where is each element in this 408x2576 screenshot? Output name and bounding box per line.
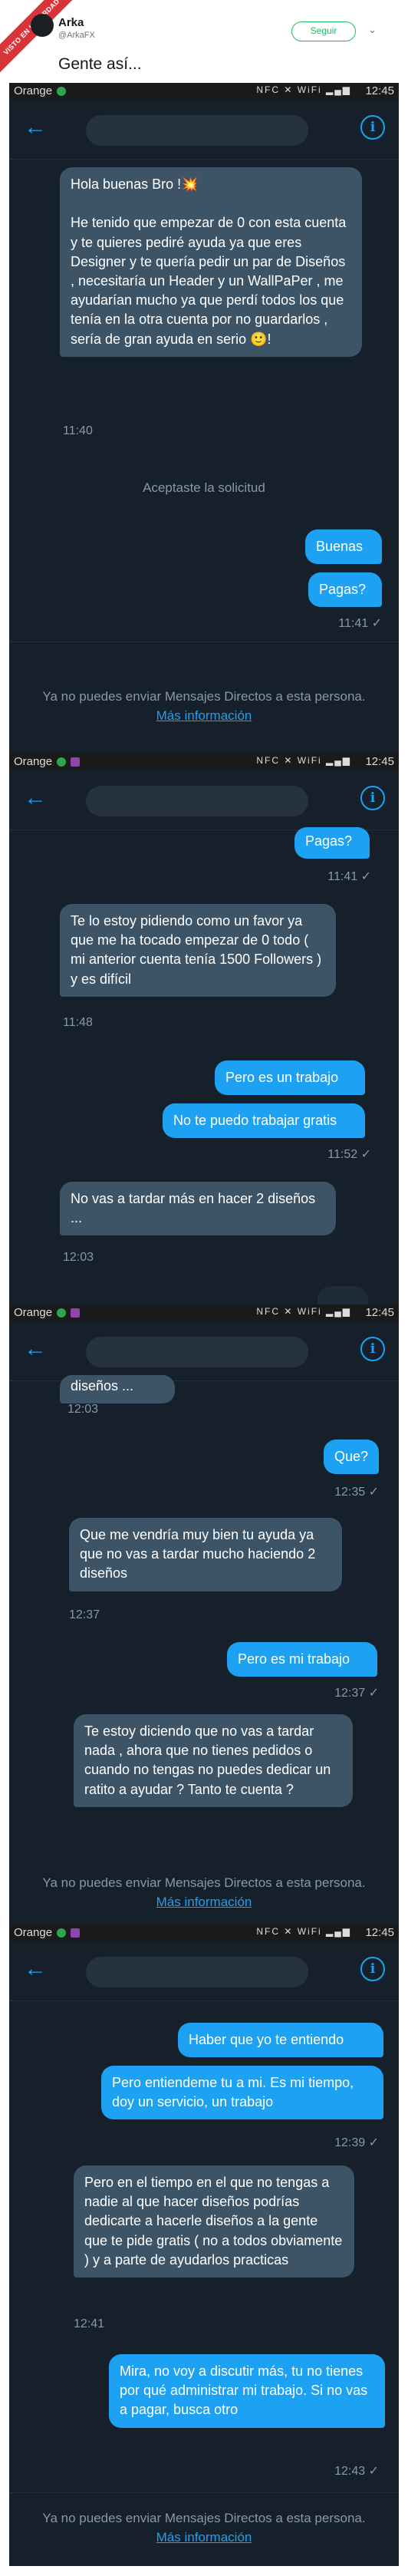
app-notification-icon [71,1928,80,1938]
more-info-link[interactable]: Más información [156,1895,252,1909]
message-time: 11:48 [63,1016,93,1029]
message-time: 11:40 [63,424,93,437]
outgoing-message: Buenas [305,529,382,565]
message-time: 12:35 ✓ [334,1486,379,1499]
message-time: 12:37 ✓ [334,1687,379,1700]
author-name[interactable]: Arka [58,16,84,29]
back-arrow-icon[interactable]: ← [20,1954,51,1984]
dm-disabled-notice: Ya no puedes enviar Mensajes Directos a … [9,688,399,725]
notice-text: Ya no puedes enviar Mensajes Directos a … [42,2511,366,2525]
conversation-header: ← i [9,1321,399,1381]
incoming-message: No vas a tardar más en hacer 2 diseños .… [60,1182,336,1236]
more-info-link[interactable]: Más información [156,708,252,723]
app-notification-icon [71,1308,80,1318]
avatar[interactable] [31,14,54,37]
message-time: 12:03 [67,1403,99,1416]
tweet-text: Gente así... [58,55,142,73]
message-time: 12:39 ✓ [334,2136,379,2149]
status-bar: Orange NFC ✕ WiFi ▂▄▆ 12:45 [9,83,399,100]
incoming-message: Te estoy diciendo que no vas a tardar na… [74,1714,353,1807]
dm-disabled-notice: Ya no puedes enviar Mensajes Directos a … [9,2509,399,2547]
status-bar: Orange NFC ✕ WiFi ▂▄▆ 12:45 [9,754,399,770]
screenshot-panel-1: Orange NFC ✕ WiFi ▂▄▆ 12:45 ← i Hola bue… [9,83,399,760]
status-bar: Orange NFC ✕ WiFi ▂▄▆ 12:45 [9,1304,399,1321]
chevron-down-icon[interactable]: ⌄ [368,24,377,36]
back-arrow-icon[interactable]: ← [20,783,51,813]
outgoing-message: Pero es mi trabajo [227,1642,377,1677]
follow-button[interactable]: Seguir [291,21,356,41]
status-time: 12:45 [365,755,394,768]
notification-icon [57,1928,66,1938]
outgoing-message: Haber que yo te entiendo [178,2023,383,2058]
outgoing-message: No te puedo trabajar gratis [163,1103,365,1139]
notice-text: Ya no puedes enviar Mensajes Directos a … [42,689,366,704]
carrier-label: Orange [14,1926,53,1939]
signal-icons: NFC ✕ WiFi ▂▄▆ [256,84,351,95]
outgoing-message: Pero es un trabajo [215,1060,365,1096]
info-icon[interactable]: i [360,1957,385,1981]
conversation-header: ← i [9,100,399,160]
message-time: 12:43 ✓ [334,2465,379,2478]
outgoing-message: Pero entiendeme tu a mi. Es mi tiempo, d… [101,2066,383,2120]
status-time: 12:45 [365,1926,394,1939]
signal-icons: NFC ✕ WiFi ▂▄▆ [256,1926,351,1937]
back-arrow-icon[interactable]: ← [20,1334,51,1364]
conversation-header: ← i [9,770,399,830]
signal-icons: NFC ✕ WiFi ▂▄▆ [256,1306,351,1317]
tweet-header: VISTO EN LAVERDAD Arka @ArkaFX Seguir ⌄ … [0,0,408,83]
more-info-link[interactable]: Más información [156,2530,252,2545]
status-bar: Orange NFC ✕ WiFi ▂▄▆ 12:45 [9,1925,399,1941]
notification-icon [57,757,66,767]
contact-name-redacted[interactable] [86,115,308,146]
divider [9,2492,399,2493]
system-message: Aceptaste la solicitud [143,480,265,495]
outgoing-message: Pagas? [308,572,382,608]
signal-icons: NFC ✕ WiFi ▂▄▆ [256,755,351,766]
dm-disabled-notice: Ya no puedes enviar Mensajes Directos a … [9,1874,399,1911]
message-time: 12:37 [69,1608,100,1621]
author-handle[interactable]: @ArkaFX [58,31,95,40]
contact-name-redacted[interactable] [86,786,308,816]
app-notification-icon [71,757,80,767]
message-time: 11:41 ✓ [327,870,371,883]
screenshot-panel-2: Orange NFC ✕ WiFi ▂▄▆ 12:45 ← i Pagas? 1… [9,754,399,1304]
message-time: 11:52 ✓ [327,1148,371,1161]
notice-text: Ya no puedes enviar Mensajes Directos a … [42,1875,366,1890]
outgoing-message: Mira, no voy a discutir más, tu no tiene… [109,2354,385,2428]
info-icon[interactable]: i [360,1337,385,1361]
incoming-message: diseños ... [60,1375,175,1404]
status-time: 12:45 [365,84,394,97]
outgoing-message: Pagas? [294,827,370,859]
carrier-label: Orange [14,1306,53,1319]
status-time: 12:45 [365,1306,394,1319]
back-arrow-icon[interactable]: ← [20,112,51,143]
carrier-label: Orange [14,755,53,768]
conversation-header: ← i [9,1941,399,2001]
info-icon[interactable]: i [360,115,385,140]
outgoing-message: Que? [324,1440,379,1475]
message-time: 12:03 [63,1251,94,1264]
incoming-message: Te lo estoy pidiendo como un favor ya qu… [60,904,336,997]
incoming-message: Pero en el tiempo en el que no tengas a … [74,2165,354,2278]
screenshot-panel-4: Orange NFC ✕ WiFi ▂▄▆ 12:45 ← i Haber qu… [9,1925,399,2566]
carrier-label: Orange [14,84,53,97]
incoming-message: Que me vendría muy bien tu ayuda ya que … [69,1518,342,1591]
message-time: 12:41 [74,2317,105,2330]
message-time: 11:41 ✓ [338,617,382,630]
notification-icon [57,87,66,96]
incoming-message: Hola buenas Bro !💥 He tenido que empezar… [60,167,362,357]
screenshot-panel-3: Orange NFC ✕ WiFi ▂▄▆ 12:45 ← i diseños … [9,1304,399,1925]
partial-message [318,1286,368,1304]
notification-icon [57,1308,66,1318]
contact-name-redacted[interactable] [86,1337,308,1367]
info-icon[interactable]: i [360,786,385,810]
contact-name-redacted[interactable] [86,1957,308,1987]
